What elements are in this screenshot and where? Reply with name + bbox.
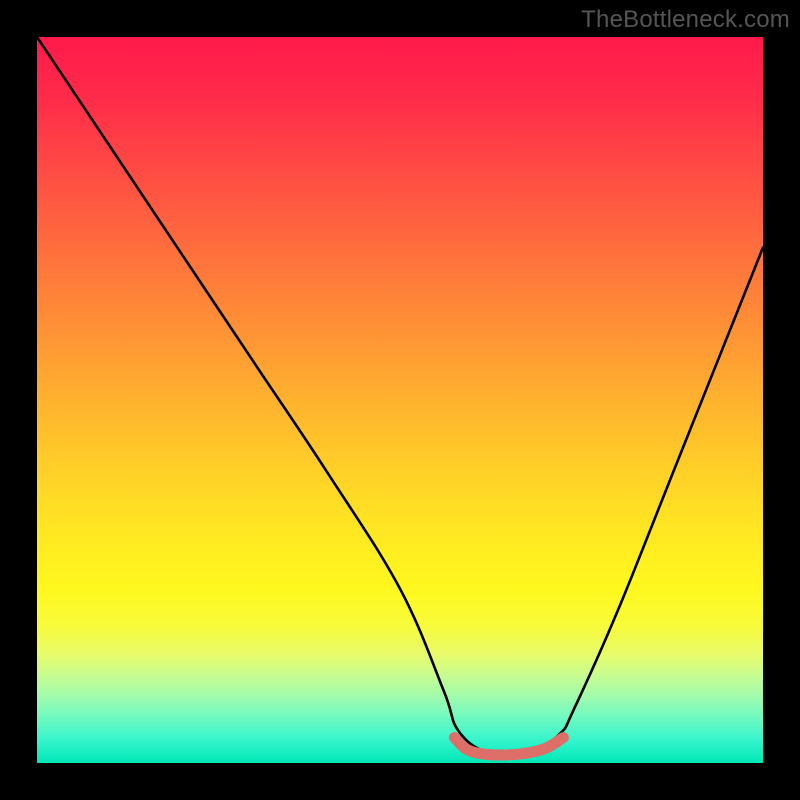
plot-area — [37, 37, 763, 763]
curve-line — [37, 37, 763, 755]
chart-svg — [37, 37, 763, 763]
chart-frame: TheBottleneck.com — [0, 0, 800, 800]
flat-base-line — [454, 738, 563, 755]
watermark-text: TheBottleneck.com — [581, 6, 790, 34]
